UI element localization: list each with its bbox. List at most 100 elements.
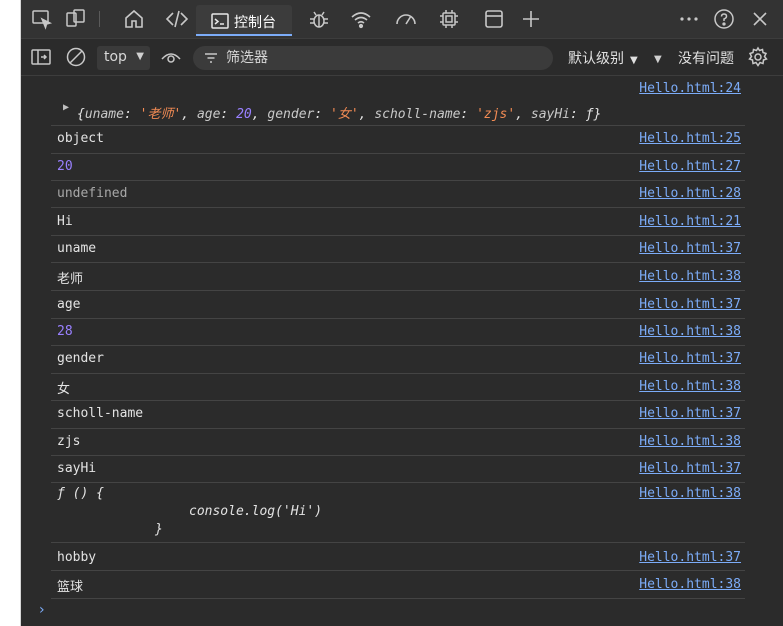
log-message: undefined bbox=[57, 186, 128, 201]
object-value: '女' bbox=[330, 107, 359, 122]
log-message: 女 bbox=[57, 382, 71, 397]
source-link[interactable]: Hello.html:38 bbox=[639, 269, 741, 284]
source-link[interactable]: Hello.html:24 bbox=[639, 81, 741, 96]
log-message: hobby bbox=[57, 550, 97, 565]
log-row: sayHi Hello.html:37 bbox=[51, 456, 745, 483]
chevron-down-icon: ▼ bbox=[136, 51, 144, 62]
filter-input[interactable] bbox=[226, 48, 526, 68]
log-level-label: 默认级别 bbox=[568, 51, 624, 67]
object-key: uname bbox=[84, 107, 124, 122]
source-link[interactable]: Hello.html:37 bbox=[639, 406, 741, 421]
source-link[interactable]: Hello.html:21 bbox=[639, 214, 741, 229]
active-tab-indicator bbox=[196, 34, 292, 36]
log-row: scholl-name Hello.html:37 bbox=[51, 401, 745, 429]
tab-console[interactable]: 控制台 bbox=[196, 5, 292, 36]
context-select[interactable]: top ▼ bbox=[97, 46, 150, 70]
log-row: 老师 Hello.html:38 bbox=[51, 263, 745, 291]
log-row: 女 Hello.html:38 bbox=[51, 374, 745, 401]
function-preview-line: console.log('Hi') bbox=[189, 504, 323, 519]
source-link[interactable]: Hello.html:38 bbox=[639, 486, 741, 501]
filter-box[interactable] bbox=[193, 46, 553, 70]
live-expression-eye-icon[interactable] bbox=[160, 46, 182, 68]
log-row: uname Hello.html:37 bbox=[51, 236, 745, 263]
log-message: scholl-name bbox=[57, 406, 144, 421]
log-message: 20 bbox=[57, 159, 73, 174]
source-link[interactable]: Hello.html:27 bbox=[639, 159, 741, 174]
devtools-panel: 控制台 top ▼ 筛选器 默认级别 ▼ ▼ 没有问题 Hello.html:2… bbox=[21, 0, 783, 626]
log-row: age Hello.html:37 bbox=[51, 291, 745, 319]
page-edge bbox=[0, 0, 21, 626]
close-icon[interactable] bbox=[748, 7, 772, 31]
log-message: age bbox=[57, 297, 81, 312]
context-select-value: top bbox=[104, 49, 127, 65]
source-link[interactable]: Hello.html:37 bbox=[639, 351, 741, 366]
source-link[interactable]: Hello.html:28 bbox=[639, 186, 741, 201]
settings-gear-icon[interactable] bbox=[747, 46, 769, 68]
add-tab-icon[interactable] bbox=[519, 7, 543, 31]
devtools-tabbar: 控制台 bbox=[21, 0, 783, 39]
inspect-icon[interactable] bbox=[30, 7, 54, 31]
source-link[interactable]: Hello.html:37 bbox=[639, 550, 741, 565]
object-key: age bbox=[196, 107, 221, 122]
log-message: gender bbox=[57, 351, 104, 366]
log-row: hobby Hello.html:37 bbox=[51, 543, 745, 571]
log-row: 篮球 Hello.html:38 bbox=[51, 571, 745, 599]
source-link[interactable]: Hello.html:38 bbox=[639, 434, 741, 449]
tab-console-label: 控制台 bbox=[234, 15, 276, 31]
elements-icon[interactable] bbox=[165, 7, 189, 31]
toolbar-separator bbox=[99, 11, 100, 27]
log-message: uname bbox=[57, 241, 97, 256]
log-row: Hi Hello.html:21 bbox=[51, 208, 745, 236]
issues-chevron-down-icon[interactable]: ▼ bbox=[654, 54, 662, 65]
log-message: zjs bbox=[57, 434, 81, 449]
log-message: Hi bbox=[57, 214, 73, 229]
sidebar-toggle-icon[interactable] bbox=[30, 46, 52, 68]
object-value: 20 bbox=[236, 107, 252, 122]
more-icon[interactable] bbox=[677, 7, 701, 31]
function-preview-line: } bbox=[155, 522, 163, 537]
object-preview[interactable]: {uname: '老师', age: 20, gender: '女', scho… bbox=[77, 103, 601, 122]
log-message: 篮球 bbox=[57, 580, 84, 595]
performance-gauge-icon[interactable] bbox=[394, 7, 418, 31]
expand-arrow-icon[interactable]: ▶ bbox=[63, 102, 69, 113]
object-key: scholl-name bbox=[374, 107, 461, 122]
log-row: 28 Hello.html:38 bbox=[51, 319, 745, 346]
object-brace: } bbox=[593, 107, 602, 122]
clear-console-icon[interactable] bbox=[65, 46, 87, 68]
source-link[interactable]: Hello.html:37 bbox=[639, 461, 741, 476]
device-toggle-icon[interactable] bbox=[64, 7, 88, 31]
source-link[interactable]: Hello.html:37 bbox=[639, 241, 741, 256]
log-message: 28 bbox=[57, 324, 73, 339]
log-level-select[interactable]: 默认级别 ▼ bbox=[568, 48, 638, 68]
chevron-down-icon: ▼ bbox=[630, 55, 638, 66]
log-row: gender Hello.html:37 bbox=[51, 346, 745, 374]
console-toolbar: top ▼ 默认级别 ▼ ▼ 没有问题 bbox=[21, 39, 783, 76]
function-preview-line[interactable]: ƒ () { bbox=[57, 486, 104, 501]
network-wifi-icon[interactable] bbox=[349, 7, 373, 31]
log-message: sayHi bbox=[57, 461, 97, 476]
log-row: object Hello.html:25 bbox=[51, 126, 745, 154]
object-value: '老师' bbox=[139, 107, 182, 122]
log-row: ƒ () { console.log('Hi') } Hello.html:38 bbox=[51, 483, 745, 543]
memory-chip-icon[interactable] bbox=[437, 7, 461, 31]
object-brace: { bbox=[77, 107, 85, 122]
object-value: ƒ bbox=[585, 107, 594, 122]
source-link[interactable]: Hello.html:38 bbox=[639, 324, 741, 339]
log-row: undefined Hello.html:28 bbox=[51, 181, 745, 208]
log-message: 老师 bbox=[57, 272, 84, 287]
console-icon bbox=[210, 11, 230, 31]
log-row: 20 Hello.html:27 bbox=[51, 154, 745, 181]
console-prompt[interactable]: › bbox=[39, 602, 45, 618]
log-message: object bbox=[57, 131, 104, 146]
help-icon[interactable] bbox=[712, 7, 736, 31]
source-link[interactable]: Hello.html:25 bbox=[639, 131, 741, 146]
source-link[interactable]: Hello.html:38 bbox=[639, 577, 741, 592]
application-window-icon[interactable] bbox=[482, 7, 506, 31]
sources-bug-icon[interactable] bbox=[307, 7, 331, 31]
welcome-home-icon[interactable] bbox=[122, 7, 146, 31]
object-value: 'zjs' bbox=[476, 107, 516, 122]
log-row: Hello.html:24 ▶ {uname: '老师', age: 20, g… bbox=[51, 76, 745, 126]
source-link[interactable]: Hello.html:37 bbox=[639, 297, 741, 312]
issues-counter[interactable]: 没有问题 bbox=[678, 48, 734, 68]
source-link[interactable]: Hello.html:38 bbox=[639, 379, 741, 394]
